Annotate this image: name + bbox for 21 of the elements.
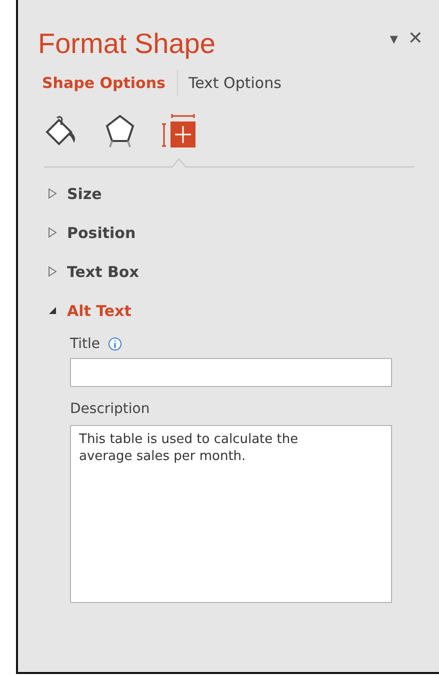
title-label: Title [70,336,100,352]
pane-title: Format Shape [38,28,216,60]
pane-menu-button[interactable]: ▾ [388,28,400,48]
paint-bucket-icon[interactable] [44,115,78,147]
section-header[interactable]: Position [38,213,439,252]
collapsed-triangle-icon [48,227,57,238]
section-header[interactable]: Size [38,174,439,213]
description-text-area[interactable]: This table is used to calculate the average sales per month. [70,425,392,603]
options-tab[interactable]: Shape Options [38,72,172,94]
info-icon [108,337,122,351]
collapsed-triangle-icon [48,266,57,277]
section-header[interactable]: Text Box [38,252,439,291]
section-header[interactable]: Alt Text [38,291,439,330]
pentagon-icon[interactable] [104,114,136,148]
close-button[interactable]: ✕ [406,28,425,48]
options-tab[interactable]: Text Options [184,72,288,94]
expanded-triangle-icon [48,306,57,315]
description-label: Description [70,401,151,417]
size-position-icon[interactable] [162,114,196,148]
collapsed-triangle-icon [48,188,57,199]
title-input-field[interactable] [70,358,392,387]
